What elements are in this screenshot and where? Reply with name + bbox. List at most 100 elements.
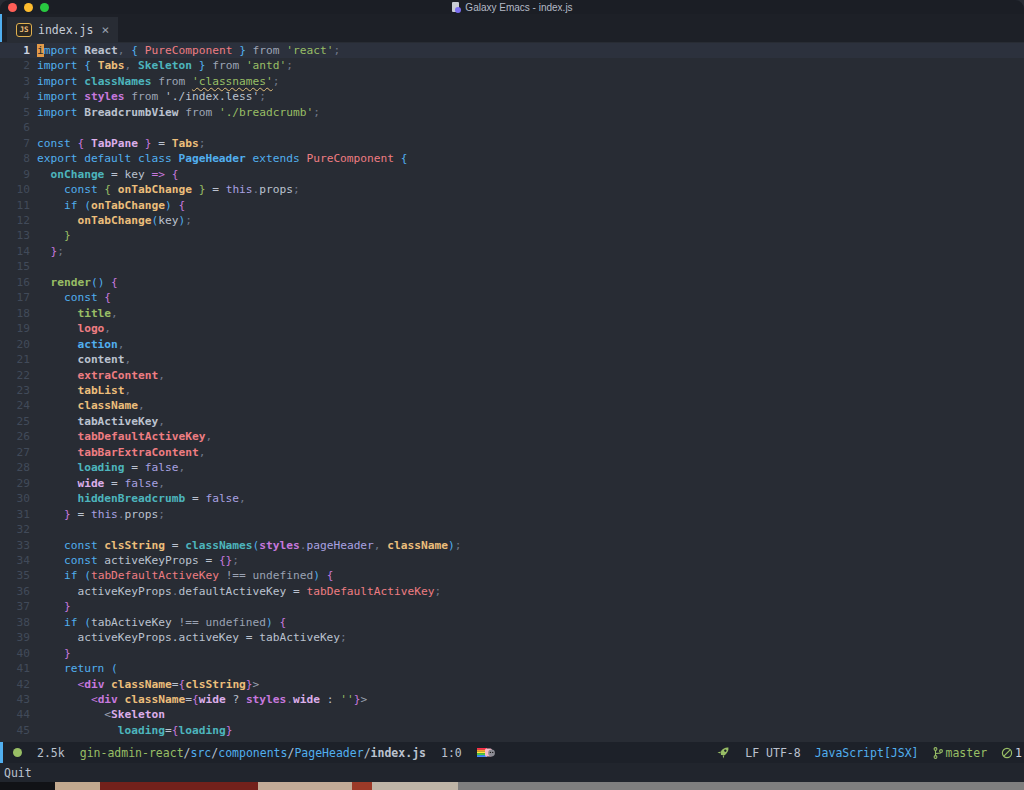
code-line: 39 activeKeyProps.activeKey = tabActiveK… xyxy=(0,630,1024,645)
line-number: 3 xyxy=(0,74,30,89)
line-number: 2 xyxy=(0,58,30,73)
line-number: 39 xyxy=(0,630,30,645)
app-icon xyxy=(451,2,461,13)
code-line: 36 activeKeyProps.defaultActiveKey = tab… xyxy=(0,584,1024,599)
git-branch-label: master xyxy=(946,746,988,760)
code-line: 30 hiddenBreadcrumb = false, xyxy=(0,491,1024,506)
major-mode-label: JavaScript[JSX] xyxy=(815,746,919,760)
code-line: 24 className, xyxy=(0,398,1024,413)
line-number: 4 xyxy=(0,89,30,104)
line-number: 19 xyxy=(0,321,30,336)
code-line: 22 extraContent, xyxy=(0,368,1024,383)
line-number: 45 xyxy=(0,723,30,738)
js-file-icon: JS xyxy=(16,23,32,37)
line-number: 8 xyxy=(0,151,30,166)
encoding-label: LF UTF-8 xyxy=(745,746,800,760)
code-line: 9 onChange = key => { xyxy=(0,167,1024,182)
code-line: 4import styles from './index.less'; xyxy=(0,89,1024,104)
line-number: 18 xyxy=(0,306,30,321)
code-line: 43 <div className={wide ? styles.wide : … xyxy=(0,692,1024,707)
code-line: 3import classNames from 'classnames'; xyxy=(0,74,1024,89)
code-line: 27 tabBarExtraContent, xyxy=(0,445,1024,460)
tab-bar-accent xyxy=(0,14,2,42)
code-line: 16 render() { xyxy=(0,275,1024,290)
line-number: 1 xyxy=(0,43,30,58)
line-number: 6 xyxy=(0,120,30,135)
desktop-strip xyxy=(0,782,1024,790)
code-line: 7const { TabPane } = Tabs; xyxy=(0,136,1024,151)
code-line: 32 xyxy=(0,522,1024,537)
traffic-lights xyxy=(8,3,49,12)
tab-bar: JS index.js × xyxy=(0,14,1024,42)
line-number: 25 xyxy=(0,414,30,429)
line-number: 20 xyxy=(0,337,30,352)
line-number: 26 xyxy=(0,429,30,444)
cursor-position: 1:0 xyxy=(441,746,462,760)
code-area[interactable]: 1import React, { PureComponent } from 'r… xyxy=(0,42,1024,742)
code-line: 34 const activeKeyProps = {}; xyxy=(0,553,1024,568)
code-line: 44 <Skeleton xyxy=(0,707,1024,722)
code-line: 20 action, xyxy=(0,337,1024,352)
line-number: 43 xyxy=(0,692,30,707)
line-number: 24 xyxy=(0,398,30,413)
code-line: 8export default class PageHeader extends… xyxy=(0,151,1024,166)
code-line: 21 content, xyxy=(0,352,1024,367)
code-line: 6 xyxy=(0,120,1024,135)
line-number: 44 xyxy=(0,707,30,722)
line-number: 10 xyxy=(0,182,30,197)
code-line: 35 if (tabDefaultActiveKey !== undefined… xyxy=(0,568,1024,583)
line-number: 22 xyxy=(0,368,30,383)
line-number: 36 xyxy=(0,584,30,599)
code-line: 18 title, xyxy=(0,306,1024,321)
code-line: 5import BreadcrumbView from './breadcrum… xyxy=(0,105,1024,120)
line-number: 38 xyxy=(0,615,30,630)
code-line: 23 tabList, xyxy=(0,383,1024,398)
line-number: 12 xyxy=(0,213,30,228)
window-title: Galaxy Emacs - index.js xyxy=(451,2,572,13)
line-number: 28 xyxy=(0,460,30,475)
code-line: 12 onTabChange(key); xyxy=(0,213,1024,228)
line-number: 42 xyxy=(0,677,30,692)
window-title-text: Galaxy Emacs - index.js xyxy=(465,2,572,13)
code-line: 33 const clsString = classNames(styles.p… xyxy=(0,538,1024,553)
flycheck-count: 1 xyxy=(1015,746,1022,760)
tab-label: index.js xyxy=(38,23,93,37)
buffer-size: 2.5k xyxy=(37,746,65,760)
code-line: 1import React, { PureComponent } from 'r… xyxy=(0,43,1024,58)
line-number: 34 xyxy=(0,553,30,568)
line-number: 23 xyxy=(0,383,30,398)
code-line: 25 tabActiveKey, xyxy=(0,414,1024,429)
buffer-state-dot xyxy=(13,748,22,757)
line-number: 5 xyxy=(0,105,30,120)
echo-message: Quit xyxy=(4,766,32,780)
line-number: 30 xyxy=(0,491,30,506)
line-number: 35 xyxy=(0,568,30,583)
flycheck-status: 1 xyxy=(1001,746,1022,760)
code-line: 45 loading={loading} xyxy=(0,723,1024,738)
close-window-button[interactable] xyxy=(8,3,17,12)
code-line: 26 tabDefaultActiveKey, xyxy=(0,429,1024,444)
line-number: 13 xyxy=(0,228,30,243)
code-line: 2import { Tabs, Skeleton } from 'antd'; xyxy=(0,58,1024,73)
code-line: 10 const { onTabChange } = this.props; xyxy=(0,182,1024,197)
code-line: 11 if (onTabChange) { xyxy=(0,198,1024,213)
line-number: 31 xyxy=(0,507,30,522)
zoom-window-button[interactable] xyxy=(40,3,49,12)
line-number: 21 xyxy=(0,352,30,367)
tab-close-icon[interactable]: × xyxy=(101,22,109,37)
git-branch-icon xyxy=(933,747,943,759)
no-issues-icon xyxy=(1001,747,1013,759)
code-line: 13 } xyxy=(0,228,1024,243)
code-line: 28 loading = false, xyxy=(0,460,1024,475)
titlebar: Galaxy Emacs - index.js xyxy=(0,0,1024,14)
minimize-window-button[interactable] xyxy=(24,3,33,12)
rocket-icon xyxy=(716,745,731,760)
emacs-window: Galaxy Emacs - index.js JS index.js × 1i… xyxy=(0,0,1024,790)
code-line: 14 }; xyxy=(0,244,1024,259)
echo-area: Quit xyxy=(0,763,1024,782)
nyan-cat-icon xyxy=(477,746,495,759)
code-line: 37 } xyxy=(0,599,1024,614)
code-line: 15 xyxy=(0,259,1024,274)
tab-index-js[interactable]: JS index.js × xyxy=(7,17,118,42)
code-line: 42 <div className={clsString}> xyxy=(0,677,1024,692)
